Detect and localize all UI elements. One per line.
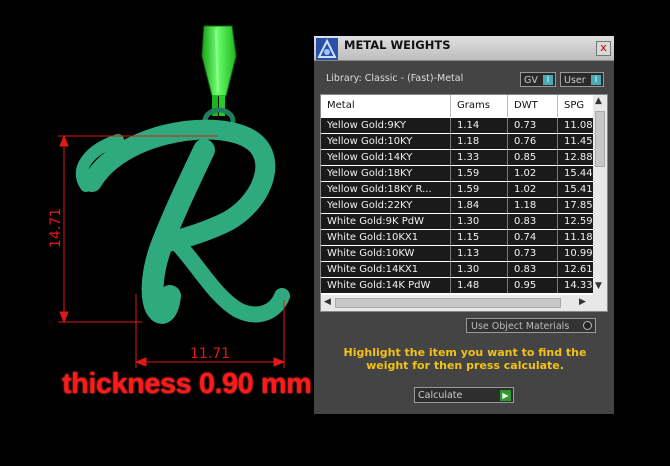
column-header-metal[interactable]: Metal: [321, 95, 451, 117]
cell-dwt: 0.83: [508, 262, 558, 277]
cell-dwt: 0.85: [508, 150, 558, 165]
metal-table: Metal Grams DWT SPG Yellow Gold:9KY 1.14 0…: [320, 94, 608, 312]
cad-viewport[interactable]: 14.71 11.71 thickness 0.90 mm: [0, 0, 314, 466]
radio-icon[interactable]: [583, 321, 592, 330]
table-body: Yellow Gold:9KY 1.14 0.73 11.08 Yellow Gold:…: [321, 118, 593, 294]
table-row[interactable]: White Gold:14KX1 1.30 0.83 12.61: [321, 262, 593, 277]
pendant-letter-r: [75, 119, 290, 324]
user-toggle-knob: I: [591, 75, 601, 85]
table-row[interactable]: Yellow Gold:22KY 1.84 1.18 17.85: [321, 198, 593, 213]
table-row[interactable]: Yellow Gold:18KY R... 1.59 1.02 15.41: [321, 182, 593, 197]
cell-metal: White Gold:10KW: [321, 246, 451, 261]
cell-metal: Yellow Gold:14KY: [321, 150, 451, 165]
cell-spg: 14.33: [564, 280, 593, 291]
cell-dwt: 1.18: [508, 198, 558, 213]
vertical-scrollbar[interactable]: ▲ ▼: [593, 95, 607, 295]
cell-grams: 1.13: [451, 246, 508, 261]
cell-metal: White Gold:14KX1: [321, 262, 451, 277]
cell-spg: 17.85: [564, 200, 593, 211]
cell-dwt: 0.83: [508, 214, 558, 229]
metal-weights-panel: METAL WEIGHTS x Library: Classic - (Fast…: [314, 36, 614, 414]
table-row[interactable]: White Gold:10KW 1.13 0.73 10.99: [321, 246, 593, 261]
cell-spg: 11.08: [564, 120, 593, 131]
use-object-materials-label: Use Object Materials: [471, 321, 570, 332]
cell-spg: 11.45: [564, 136, 593, 147]
cell-spg: 10.99: [564, 248, 593, 259]
table-row[interactable]: Yellow Gold:10KY 1.18 0.76 11.45: [321, 134, 593, 149]
table-row[interactable]: White Gold:9K PdW 1.30 0.83 12.59: [321, 214, 593, 229]
cell-spg: 15.44: [564, 168, 593, 179]
cell-grams: 1.59: [451, 166, 508, 181]
width-dimension-label: 11.71: [190, 346, 230, 362]
cell-grams: 1.30: [451, 262, 508, 277]
cell-dwt: 0.76: [508, 134, 558, 149]
cell-metal: Yellow Gold:18KY R...: [321, 182, 451, 197]
pendant-bail: [201, 25, 237, 97]
cell-spg: 15.41: [564, 184, 593, 195]
cell-dwt: 0.73: [508, 246, 558, 261]
horizontal-scrollbar[interactable]: ◀ ▶: [321, 295, 607, 311]
gv-toggle[interactable]: GV I: [520, 72, 556, 87]
cell-grams: 1.30: [451, 214, 508, 229]
cell-grams: 1.14: [451, 118, 508, 133]
table-row[interactable]: Yellow Gold:14KY 1.33 0.85 12.88: [321, 150, 593, 165]
column-header-grams[interactable]: Grams: [451, 95, 508, 117]
table-row[interactable]: White Gold:10KX1 1.15 0.74 11.18: [321, 230, 593, 245]
cell-spg: 12.88: [564, 152, 593, 163]
cell-grams: 1.48: [451, 278, 508, 293]
cell-metal: Yellow Gold:22KY: [321, 198, 451, 213]
cell-grams: 1.84: [451, 198, 508, 213]
cell-grams: 1.15: [451, 230, 508, 245]
panel-title: METAL WEIGHTS: [344, 38, 451, 52]
cell-dwt: 1.02: [508, 166, 558, 181]
library-label: Library: Classic - (Fast)-Metal: [326, 73, 464, 84]
user-toggle-label: User: [564, 75, 586, 86]
app-logo-icon: [316, 38, 338, 60]
calculate-button[interactable]: Calculate ▶: [414, 387, 514, 403]
play-arrow-icon: ▶: [500, 390, 511, 401]
cell-spg: 12.61: [564, 264, 593, 275]
cell-grams: 1.59: [451, 182, 508, 197]
table-row[interactable]: Yellow Gold:9KY 1.14 0.73 11.08: [321, 118, 593, 133]
scroll-left-icon[interactable]: ◀: [324, 297, 331, 307]
cell-metal: Yellow Gold:9KY: [321, 118, 451, 133]
cell-metal: White Gold:9K PdW: [321, 214, 451, 229]
gv-toggle-knob: I: [543, 75, 553, 85]
scroll-right-icon[interactable]: ▶: [579, 297, 586, 307]
cell-grams: 1.18: [451, 134, 508, 149]
height-dimension-label: 14.71: [48, 208, 64, 248]
cell-metal: White Gold:10KX1: [321, 230, 451, 245]
cell-metal: White Gold:14K PdW: [321, 278, 451, 293]
cell-metal: Yellow Gold:18KY: [321, 166, 451, 181]
table-row[interactable]: Yellow Gold:18KY 1.59 1.02 15.44: [321, 166, 593, 181]
gv-toggle-label: GV: [524, 75, 538, 86]
user-toggle[interactable]: User I: [560, 72, 604, 87]
thickness-label: thickness 0.90 mm: [62, 368, 312, 400]
close-button[interactable]: x: [596, 41, 611, 56]
calculate-label: Calculate: [418, 390, 463, 401]
scroll-up-icon[interactable]: ▲: [595, 96, 602, 106]
instruction-text: Highlight the item you want to find the …: [343, 346, 587, 372]
use-object-materials-option[interactable]: Use Object Materials: [466, 318, 596, 333]
cell-dwt: 0.73: [508, 118, 558, 133]
scroll-down-icon[interactable]: ▼: [595, 281, 602, 291]
cell-dwt: 0.95: [508, 278, 558, 293]
cell-spg: 11.18: [564, 232, 593, 243]
cell-dwt: 1.02: [508, 182, 558, 197]
column-header-dwt[interactable]: DWT: [508, 95, 558, 117]
cell-spg: 12.59: [564, 216, 593, 227]
column-header-spg[interactable]: SPG: [558, 95, 598, 117]
cell-dwt: 0.74: [508, 230, 558, 245]
cell-grams: 1.33: [451, 150, 508, 165]
table-header: Metal Grams DWT SPG: [321, 95, 593, 117]
vertical-scroll-thumb[interactable]: [595, 111, 605, 167]
table-row[interactable]: White Gold:14K PdW 1.48 0.95 14.33: [321, 278, 593, 293]
horizontal-scroll-thumb[interactable]: [335, 298, 561, 308]
panel-titlebar[interactable]: METAL WEIGHTS x: [314, 36, 614, 61]
cell-metal: Yellow Gold:10KY: [321, 134, 451, 149]
